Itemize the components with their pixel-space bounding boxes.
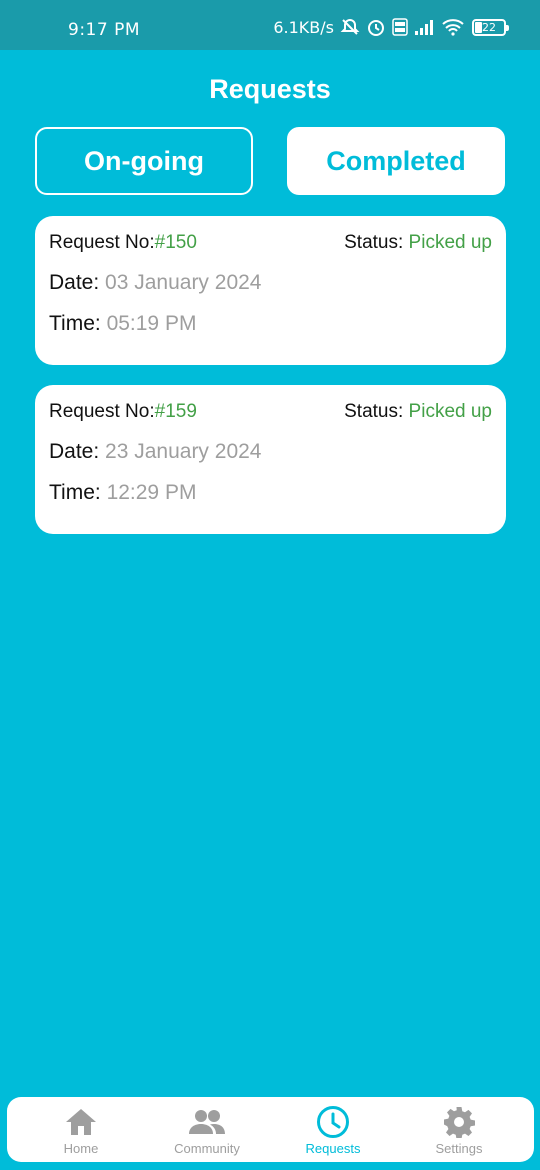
- wifi-icon: [442, 18, 464, 36]
- battery-level: 22: [482, 20, 496, 34]
- alarm-off-icon: [340, 17, 360, 37]
- status-icons: 6.1KB/s 22: [273, 16, 509, 38]
- battery-icon: 22: [472, 18, 509, 36]
- request-time-row: Time: 12:29 PM: [49, 481, 196, 505]
- nav-label-requests: Requests: [305, 1141, 361, 1156]
- volte-icon: [392, 18, 408, 36]
- request-number-row: Request No:#150: [49, 232, 197, 254]
- request-number-label: Request No:: [49, 232, 155, 253]
- time-value: 05:19 PM: [106, 312, 197, 335]
- request-number-row: Request No:#159: [49, 401, 197, 423]
- status-label: Status:: [344, 401, 409, 422]
- request-date-row: Date: 03 January 2024: [49, 271, 262, 295]
- status-value: Picked up: [408, 401, 492, 422]
- nav-item-home[interactable]: Home: [21, 1097, 141, 1162]
- signal-icon: [414, 19, 436, 35]
- request-card[interactable]: Request No:#150 Status: Picked up Date: …: [35, 216, 506, 365]
- alarm-clock-icon: [366, 17, 386, 37]
- request-time-row: Time: 05:19 PM: [49, 312, 196, 336]
- status-bar: 9:17 PM 6.1KB/s 22: [0, 0, 540, 50]
- time-label: Time:: [49, 312, 107, 335]
- time-label: Time:: [49, 481, 107, 504]
- status-time: 9:17 PM: [68, 20, 140, 40]
- home-icon: [64, 1106, 98, 1138]
- page-title: Requests: [209, 74, 331, 104]
- time-value: 12:29 PM: [106, 481, 197, 504]
- nav-item-settings[interactable]: Settings: [399, 1097, 519, 1162]
- request-number-value: #159: [154, 401, 197, 422]
- tab-ongoing[interactable]: On-going: [35, 127, 253, 195]
- date-value: 23 January 2024: [105, 440, 262, 463]
- request-status: Status: Picked up: [344, 401, 492, 423]
- date-label: Date:: [49, 440, 106, 463]
- request-card[interactable]: Request No:#159 Status: Picked up Date: …: [35, 385, 506, 534]
- tab-completed[interactable]: Completed: [287, 127, 505, 195]
- gear-icon: [443, 1106, 475, 1138]
- status-label: Status:: [344, 232, 409, 253]
- request-status: Status: Picked up: [344, 232, 492, 254]
- request-date-row: Date: 23 January 2024: [49, 440, 262, 464]
- bottom-nav: Home Community Requests Settings: [7, 1097, 534, 1162]
- clock-icon: [316, 1106, 350, 1138]
- status-value: Picked up: [408, 232, 492, 253]
- net-speed: 6.1KB/s: [273, 17, 334, 37]
- nav-item-community[interactable]: Community: [147, 1097, 267, 1162]
- date-label: Date:: [49, 271, 106, 294]
- nav-item-requests[interactable]: Requests: [273, 1097, 393, 1162]
- request-number-label: Request No:: [49, 401, 155, 422]
- nav-label-settings: Settings: [435, 1141, 483, 1156]
- nav-label-community: Community: [174, 1141, 240, 1156]
- people-icon: [188, 1106, 226, 1138]
- nav-label-home: Home: [63, 1141, 99, 1156]
- request-number-value: #150: [154, 232, 197, 253]
- date-value: 03 January 2024: [105, 271, 262, 294]
